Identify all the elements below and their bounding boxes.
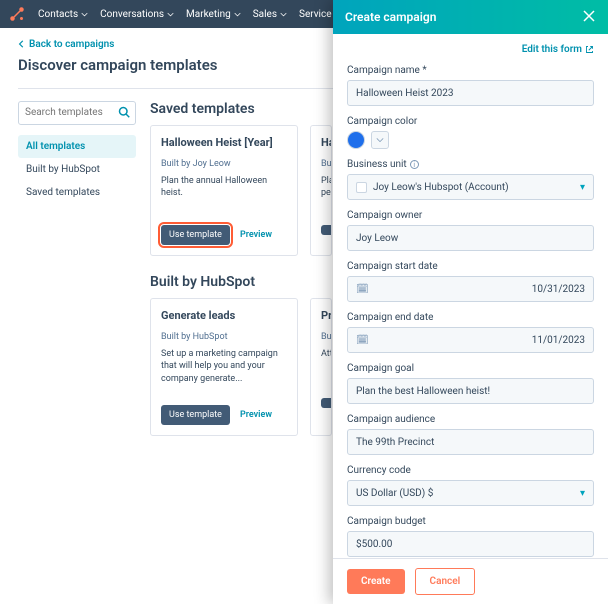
external-link-icon [585, 45, 594, 54]
card-description: Attr [321, 348, 331, 378]
card-description: Plan the annual Halloween heist. [161, 175, 287, 205]
filter-all-templates[interactable]: All templates [18, 135, 136, 158]
card-title: Halloween Heist [Year] [161, 136, 287, 149]
filter-list: All templates Built by HubSpot Saved tem… [18, 135, 136, 204]
card-description: Set up a marketing campaign that will he… [161, 348, 287, 386]
campaign-budget-label: Campaign budget [347, 516, 594, 527]
card-author: Built [321, 159, 331, 169]
card-title: Generate leads [161, 309, 287, 322]
campaign-owner-select[interactable]: Joy Leow [347, 225, 594, 251]
create-button[interactable]: Create [347, 569, 405, 594]
end-date-input[interactable]: 🗓11/01/2023 [347, 327, 594, 353]
modal-title: Create campaign [345, 10, 436, 24]
use-template-button[interactable] [321, 225, 332, 235]
nav-sales[interactable]: Sales [247, 9, 293, 20]
use-template-button[interactable]: Use template [161, 225, 230, 245]
filter-built-by-hubspot[interactable]: Built by HubSpot [18, 158, 136, 181]
chevron-down-icon: ▾ [580, 182, 585, 193]
start-date-label: Campaign start date [347, 261, 594, 272]
business-unit-select[interactable]: Joy Leow's Hubspot (Account) ▾ [347, 174, 594, 200]
back-link[interactable]: Back to campaigns [18, 39, 114, 50]
preview-link[interactable]: Preview [240, 230, 272, 240]
chevron-down-icon [167, 11, 174, 18]
template-card: Halloween Heist [Year] Built by Joy Leow… [150, 125, 298, 256]
chevron-down-icon [81, 11, 88, 18]
end-date-label: Campaign end date [347, 312, 594, 323]
chevron-left-icon [18, 40, 26, 48]
currency-code-select[interactable]: US Dollar (USD) $▾ [347, 480, 594, 506]
use-template-button[interactable]: Use template [161, 405, 230, 425]
chevron-down-icon [234, 11, 241, 18]
start-date-input[interactable]: 🗓10/31/2023 [347, 276, 594, 302]
color-dropdown[interactable] [371, 131, 389, 149]
card-title: Ha [321, 136, 331, 149]
template-card: Ha Built Plan perf [310, 125, 332, 256]
filter-saved-templates[interactable]: Saved templates [18, 181, 136, 204]
edit-form-link[interactable]: Edit this form [522, 44, 594, 55]
card-author: Built [321, 332, 331, 342]
search-icon [118, 106, 130, 121]
card-author: Built by Joy Leow [161, 159, 287, 169]
info-icon: i [410, 160, 419, 169]
calendar-icon: 🗓 [356, 284, 369, 295]
campaign-goal-label: Campaign goal [347, 363, 594, 374]
checkbox-icon [356, 182, 367, 193]
card-description: Plan perf [321, 175, 331, 205]
hubspot-logo-icon [8, 5, 26, 23]
create-campaign-panel: Create campaign Edit this form Campaign … [333, 0, 608, 604]
use-template-button[interactable] [321, 398, 332, 408]
campaign-budget-input[interactable] [347, 531, 594, 557]
template-card: Generate leads Built by HubSpot Set up a… [150, 298, 298, 437]
campaign-owner-label: Campaign owner [347, 210, 594, 221]
campaign-color-label: Campaign color [347, 116, 594, 127]
template-card: Pr Built Attr [310, 298, 332, 437]
campaign-name-input[interactable] [347, 80, 594, 106]
cancel-button[interactable]: Cancel [415, 568, 476, 595]
color-swatch [347, 131, 365, 149]
calendar-icon: 🗓 [356, 335, 369, 346]
chevron-down-icon [280, 11, 287, 18]
business-unit-label: Business uniti [347, 159, 594, 170]
campaign-audience-label: Campaign audience [347, 414, 594, 425]
chevron-down-icon [376, 136, 384, 144]
chevron-down-icon: ▾ [580, 488, 585, 499]
campaign-name-label: Campaign name * [347, 65, 594, 76]
nav-conversations[interactable]: Conversations [94, 9, 180, 20]
modal-footer: Create Cancel [333, 558, 608, 604]
currency-code-label: Currency code [347, 465, 594, 476]
preview-link[interactable]: Preview [240, 410, 272, 420]
campaign-goal-input[interactable] [347, 378, 594, 404]
card-author: Built by HubSpot [161, 332, 287, 342]
campaign-audience-input[interactable] [347, 429, 594, 455]
modal-header: Create campaign [333, 0, 608, 34]
close-icon[interactable] [582, 9, 596, 26]
search-container [18, 101, 136, 125]
card-title: Pr [321, 309, 331, 322]
nav-contacts[interactable]: Contacts [32, 9, 94, 20]
nav-marketing[interactable]: Marketing [180, 9, 247, 20]
